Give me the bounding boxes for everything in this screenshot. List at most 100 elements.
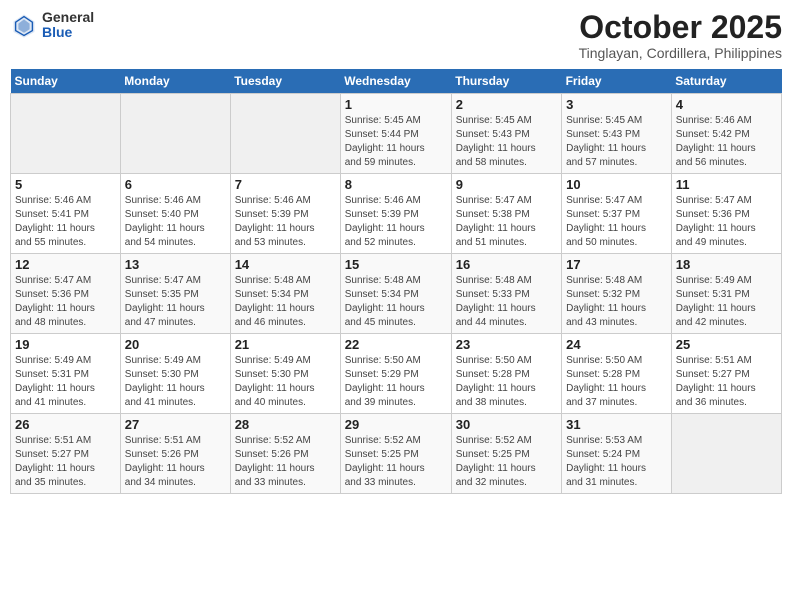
day-number: 9 — [456, 177, 557, 192]
calendar-week-4: 19Sunrise: 5:49 AM Sunset: 5:31 PM Dayli… — [11, 334, 782, 414]
day-number: 1 — [345, 97, 447, 112]
calendar-subtitle: Tinglayan, Cordillera, Philippines — [579, 45, 782, 61]
calendar-cell: 15Sunrise: 5:48 AM Sunset: 5:34 PM Dayli… — [340, 254, 451, 334]
calendar-cell: 1 Sunrise: 5:45 AM Sunset: 5:44 PM Daylig… — [340, 94, 451, 174]
title-block: October 2025 Tinglayan, Cordillera, Phil… — [579, 10, 782, 61]
calendar-cell: 5Sunrise: 5:46 AM Sunset: 5:41 PM Daylig… — [11, 174, 121, 254]
calendar-cell: 28 Sunrise: 5:52 AM Sunset: 5:26 PM Dayli… — [230, 414, 340, 494]
day-number: 13 — [125, 257, 226, 272]
day-number: 15 — [345, 257, 447, 272]
calendar-cell: 29Sunrise: 5:52 AM Sunset: 5:25 PM Dayli… — [340, 414, 451, 494]
calendar-cell: 3 Sunrise: 5:45 AM Sunset: 5:43 PM Daylig… — [562, 94, 672, 174]
day-number: 11 — [676, 177, 777, 192]
calendar-cell: 17Sunrise: 5:48 AM Sunset: 5:32 PM Dayli… — [562, 254, 672, 334]
calendar-table: Sunday Monday Tuesday Wednesday Thursday… — [10, 69, 782, 494]
day-number: 4 — [676, 97, 777, 112]
day-number: 28 — [235, 417, 336, 432]
day-info: Sunrise: 5:49 AM Sunset: 5:31 PM Dayligh… — [676, 274, 777, 330]
calendar-body: 1 Sunrise: 5:45 AM Sunset: 5:44 PM Daylig… — [11, 94, 782, 494]
day-number: 19 — [15, 337, 116, 352]
calendar-cell: 13 Sunrise: 5:47 AM Sunset: 5:35 PM Dayli… — [120, 254, 230, 334]
day-number: 12 — [15, 257, 116, 272]
header-row: Sunday Monday Tuesday Wednesday Thursday… — [11, 69, 782, 94]
day-info: Sunrise: 5:47 AM Sunset: 5:38 PM Dayligh… — [456, 194, 557, 250]
day-info: Sunrise: 5:46 AM Sunset: 5:40 PM Dayligh… — [125, 194, 226, 250]
day-info: Sunrise: 5:47 AM Sunset: 5:37 PM Dayligh… — [566, 194, 667, 250]
day-info: Sunrise: 5:48 AM Sunset: 5:33 PM Dayligh… — [456, 274, 557, 330]
day-number: 21 — [235, 337, 336, 352]
day-number: 23 — [456, 337, 557, 352]
header-saturday: Saturday — [671, 69, 781, 94]
calendar-cell: 14Sunrise: 5:48 AM Sunset: 5:34 PM Dayli… — [230, 254, 340, 334]
calendar-cell: 27Sunrise: 5:51 AM Sunset: 5:26 PM Dayli… — [120, 414, 230, 494]
day-info: Sunrise: 5:52 AM Sunset: 5:26 PM Dayligh… — [235, 434, 336, 490]
day-info: Sunrise: 5:47 AM Sunset: 5:35 PM Dayligh… — [125, 274, 226, 330]
logo-text: General Blue — [42, 10, 94, 41]
day-info: Sunrise: 5:45 AM Sunset: 5:43 PM Dayligh… — [566, 114, 667, 170]
logo: General Blue — [10, 10, 94, 41]
calendar-cell: 7 Sunrise: 5:46 AM Sunset: 5:39 PM Daylig… — [230, 174, 340, 254]
day-info: Sunrise: 5:46 AM Sunset: 5:39 PM Dayligh… — [345, 194, 447, 250]
calendar-week-1: 1 Sunrise: 5:45 AM Sunset: 5:44 PM Daylig… — [11, 94, 782, 174]
day-info: Sunrise: 5:50 AM Sunset: 5:29 PM Dayligh… — [345, 354, 447, 410]
header-monday: Monday — [120, 69, 230, 94]
day-number: 3 — [566, 97, 667, 112]
day-info: Sunrise: 5:45 AM Sunset: 5:43 PM Dayligh… — [456, 114, 557, 170]
calendar-week-2: 5Sunrise: 5:46 AM Sunset: 5:41 PM Daylig… — [11, 174, 782, 254]
day-number: 2 — [456, 97, 557, 112]
calendar-cell: 9 Sunrise: 5:47 AM Sunset: 5:38 PM Daylig… — [451, 174, 561, 254]
calendar-cell — [120, 94, 230, 174]
day-info: Sunrise: 5:53 AM Sunset: 5:24 PM Dayligh… — [566, 434, 667, 490]
header-thursday: Thursday — [451, 69, 561, 94]
calendar-cell: 18 Sunrise: 5:49 AM Sunset: 5:31 PM Dayli… — [671, 254, 781, 334]
calendar-cell: 11 Sunrise: 5:47 AM Sunset: 5:36 PM Dayli… — [671, 174, 781, 254]
calendar-cell: 26Sunrise: 5:51 AM Sunset: 5:27 PM Dayli… — [11, 414, 121, 494]
day-number: 30 — [456, 417, 557, 432]
day-info: Sunrise: 5:49 AM Sunset: 5:30 PM Dayligh… — [235, 354, 336, 410]
day-number: 7 — [235, 177, 336, 192]
day-info: Sunrise: 5:51 AM Sunset: 5:27 PM Dayligh… — [15, 434, 116, 490]
day-number: 24 — [566, 337, 667, 352]
calendar-header: Sunday Monday Tuesday Wednesday Thursday… — [11, 69, 782, 94]
calendar-cell: 2 Sunrise: 5:45 AM Sunset: 5:43 PM Daylig… — [451, 94, 561, 174]
header-friday: Friday — [562, 69, 672, 94]
day-info: Sunrise: 5:47 AM Sunset: 5:36 PM Dayligh… — [676, 194, 777, 250]
calendar-cell: 22Sunrise: 5:50 AM Sunset: 5:29 PM Dayli… — [340, 334, 451, 414]
day-info: Sunrise: 5:48 AM Sunset: 5:34 PM Dayligh… — [235, 274, 336, 330]
day-number: 6 — [125, 177, 226, 192]
day-info: Sunrise: 5:50 AM Sunset: 5:28 PM Dayligh… — [456, 354, 557, 410]
day-number: 20 — [125, 337, 226, 352]
calendar-cell: 30Sunrise: 5:52 AM Sunset: 5:25 PM Dayli… — [451, 414, 561, 494]
calendar-cell: 19Sunrise: 5:49 AM Sunset: 5:31 PM Dayli… — [11, 334, 121, 414]
calendar-cell: 24Sunrise: 5:50 AM Sunset: 5:28 PM Dayli… — [562, 334, 672, 414]
calendar-cell: 4Sunrise: 5:46 AM Sunset: 5:42 PM Daylig… — [671, 94, 781, 174]
calendar-cell: 25Sunrise: 5:51 AM Sunset: 5:27 PM Dayli… — [671, 334, 781, 414]
logo-icon — [10, 11, 38, 39]
header-wednesday: Wednesday — [340, 69, 451, 94]
day-info: Sunrise: 5:45 AM Sunset: 5:44 PM Dayligh… — [345, 114, 447, 170]
calendar-title: October 2025 — [579, 10, 782, 45]
day-info: Sunrise: 5:46 AM Sunset: 5:41 PM Dayligh… — [15, 194, 116, 250]
day-number: 31 — [566, 417, 667, 432]
calendar-cell: 23 Sunrise: 5:50 AM Sunset: 5:28 PM Dayli… — [451, 334, 561, 414]
day-number: 10 — [566, 177, 667, 192]
day-number: 17 — [566, 257, 667, 272]
calendar-cell: 8 Sunrise: 5:46 AM Sunset: 5:39 PM Daylig… — [340, 174, 451, 254]
day-info: Sunrise: 5:51 AM Sunset: 5:26 PM Dayligh… — [125, 434, 226, 490]
calendar-cell: 10 Sunrise: 5:47 AM Sunset: 5:37 PM Dayli… — [562, 174, 672, 254]
calendar-cell: 20 Sunrise: 5:49 AM Sunset: 5:30 PM Dayli… — [120, 334, 230, 414]
calendar-cell: 31 Sunrise: 5:53 AM Sunset: 5:24 PM Dayli… — [562, 414, 672, 494]
day-number: 25 — [676, 337, 777, 352]
calendar-cell — [671, 414, 781, 494]
calendar-cell: 6 Sunrise: 5:46 AM Sunset: 5:40 PM Daylig… — [120, 174, 230, 254]
calendar-week-3: 12Sunrise: 5:47 AM Sunset: 5:36 PM Dayli… — [11, 254, 782, 334]
day-info: Sunrise: 5:49 AM Sunset: 5:30 PM Dayligh… — [125, 354, 226, 410]
calendar-week-5: 26Sunrise: 5:51 AM Sunset: 5:27 PM Dayli… — [11, 414, 782, 494]
day-number: 8 — [345, 177, 447, 192]
day-number: 18 — [676, 257, 777, 272]
day-number: 16 — [456, 257, 557, 272]
day-info: Sunrise: 5:52 AM Sunset: 5:25 PM Dayligh… — [345, 434, 447, 490]
calendar-cell: 21 Sunrise: 5:49 AM Sunset: 5:30 PM Dayli… — [230, 334, 340, 414]
calendar-cell: 16 Sunrise: 5:48 AM Sunset: 5:33 PM Dayli… — [451, 254, 561, 334]
day-info: Sunrise: 5:46 AM Sunset: 5:39 PM Dayligh… — [235, 194, 336, 250]
